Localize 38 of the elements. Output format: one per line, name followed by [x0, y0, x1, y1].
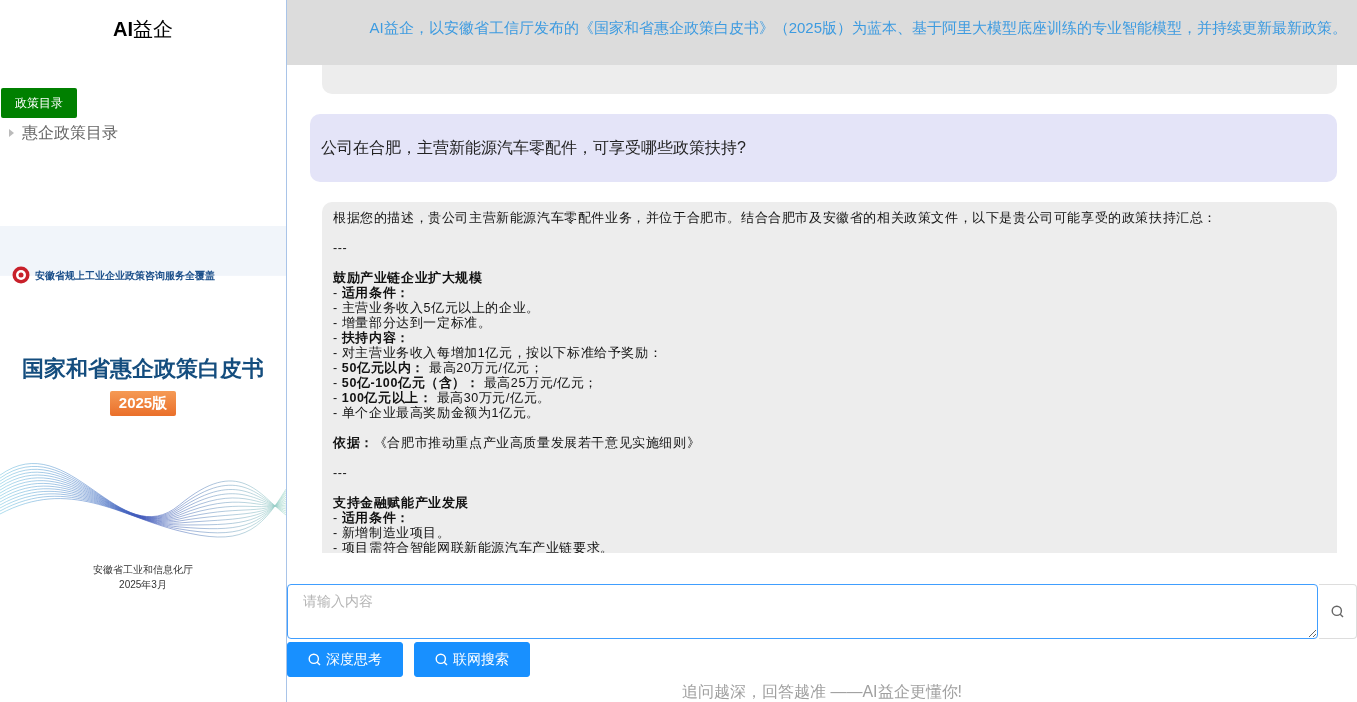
reply-line: 根据您的描述，贵公司主营新能源汽车零配件业务，并位于合肥市。结合合肥市及安徽省的相关政策文件，以下是贵公司可能享受的政策扶持汇总：: [333, 211, 1218, 226]
reply-line: - 适用条件：: [333, 286, 411, 301]
mode-button[interactable]: 深度思考: [287, 642, 403, 677]
policy-catalog-button[interactable]: 政策目录: [1, 88, 77, 118]
tree-item[interactable]: 惠企政策目录: [22, 121, 118, 145]
user-message: 公司在合肥，主营新能源汽车零配件，可享受哪些政策扶持?: [310, 114, 1337, 182]
message-input[interactable]: 请输入内容: [287, 584, 1318, 639]
cover-title: 国家和省惠企政策白皮书: [22, 354, 264, 383]
mode-button[interactable]: 联网搜索: [414, 642, 530, 677]
footer-slogan: 追问越深，回答越准 ——AI益企更懂你!: [681, 682, 963, 702]
reply-line: ---: [333, 241, 349, 256]
search-button[interactable]: [1319, 584, 1357, 639]
reply-line: - 适用条件：: [333, 511, 411, 526]
app-title: AI益企: [112, 17, 174, 42]
reply-line: - 100亿元以上： 最高30万元/亿元。: [333, 391, 552, 406]
reply-heading: 鼓励产业链企业扩大规模: [333, 271, 484, 286]
reply-line: 依据：《合肥市推动重点产业高质量发展若干意见实施细则》: [333, 436, 702, 451]
search-icon: [1331, 605, 1344, 618]
emblem-icon: [12, 266, 30, 284]
reply-line: - 新增制造业项目。: [333, 526, 452, 541]
search-icon: [435, 653, 448, 666]
search-icon: [308, 653, 321, 666]
reply-line: - 主营业务收入5亿元以上的企业。: [333, 301, 541, 316]
cover-date: 2025年3月: [119, 578, 167, 592]
reply-line: - 50亿-100亿元（含）： 最高25万元/亿元；: [333, 376, 600, 391]
reply-line: - 单个企业最高奖励金额为1亿元。: [333, 406, 541, 421]
reply-heading: 支持金融赋能产业发展: [333, 496, 470, 511]
reply-line: - 扶持内容：: [333, 331, 411, 346]
reply-line: - 项目需符合智能网联新能源汽车产业链要求。: [333, 541, 615, 553]
expand-icon[interactable]: [9, 129, 14, 137]
edition-badge: 2025版: [109, 391, 177, 416]
header-banner: AI益企，以安徽省工信厅发布的《国家和省惠企政策白皮书》（2025版）为蓝本、基于阿里大模型底座训练的专业智能模型，并持续更新最新政策。: [287, 0, 1357, 65]
reply-line: - 50亿元以内： 最高20万元/亿元；: [333, 361, 545, 376]
reply-line: - 增量部分达到一定标准。: [333, 316, 493, 330]
cover-subtitle: 安徽省规上工业企业政策咨询服务全覆盖: [35, 268, 215, 283]
reply-line: ---: [333, 466, 349, 481]
reply-line: - 对主营业务收入每增加1亿元，按以下标准给予奖励：: [333, 346, 664, 361]
cover-publisher: 安徽省工业和信息化厅: [93, 563, 193, 577]
